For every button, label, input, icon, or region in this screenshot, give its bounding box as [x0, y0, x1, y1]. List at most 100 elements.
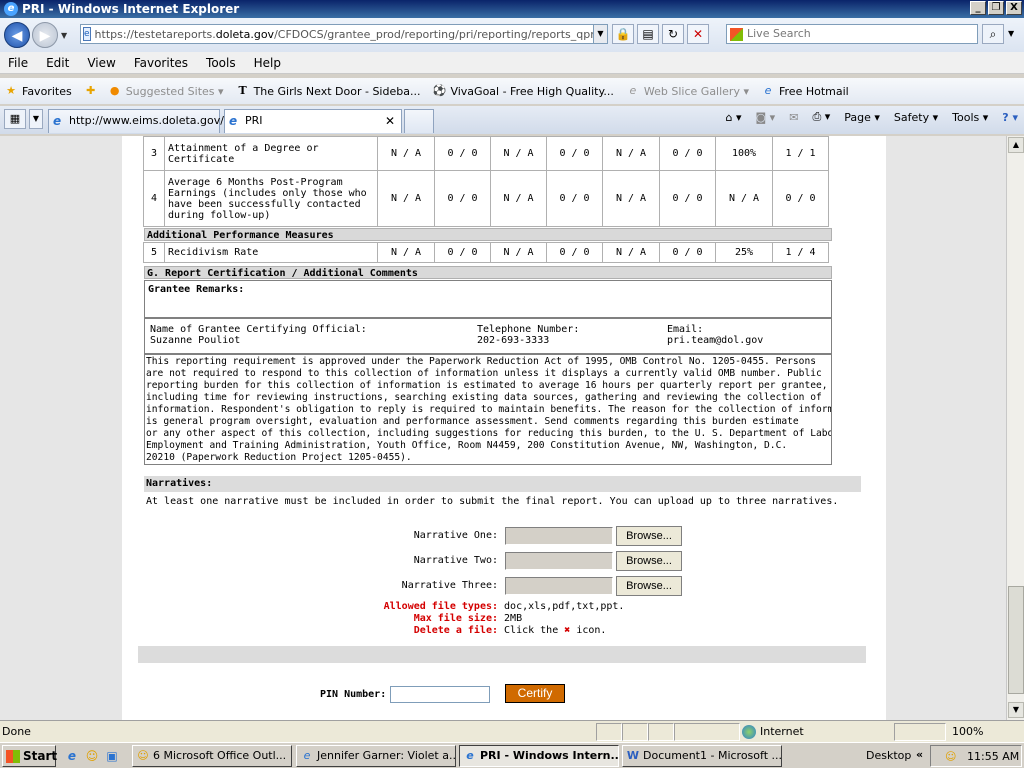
certifying-email: Email: pri.team@dol.gov	[667, 324, 763, 346]
clock[interactable]: 11:55 AM	[967, 750, 1019, 763]
tab-list-dropdown-icon[interactable]: ▼	[29, 109, 43, 129]
fav-suggested-sites[interactable]: ● Suggested Sites ▾	[108, 84, 224, 98]
table-cell: 0 / 0	[659, 242, 716, 263]
status-segment	[648, 723, 674, 741]
menu-help[interactable]: Help	[254, 56, 281, 70]
menu-favorites[interactable]: Favorites	[134, 56, 188, 70]
fav-free-hotmail[interactable]: e Free Hotmail	[761, 84, 849, 98]
back-button[interactable]: ◀	[4, 22, 30, 48]
certify-button[interactable]: Certify	[505, 684, 565, 703]
quick-tabs-icon[interactable]: ▦	[4, 109, 26, 129]
start-button[interactable]: Start	[2, 745, 57, 767]
tray-expand-icon[interactable]: «	[916, 748, 923, 761]
notice-line: This reporting requirement is approved u…	[146, 356, 817, 367]
info-key: Allowed file types:	[383, 601, 498, 612]
address-toolbar: ◀ ▶ ▼ e https://testetareports. doleta.go…	[0, 18, 1024, 52]
forward-button[interactable]: ▶	[32, 22, 58, 48]
nyt-icon: T	[238, 84, 247, 97]
url-path: /CFDOCS/grantee_prod/reporting/pri/repor…	[274, 27, 608, 41]
history-dropdown-icon[interactable]: ▼	[61, 31, 71, 40]
window-title-bar: e PRI - Windows Internet Explorer _ ❐ X	[0, 0, 1024, 18]
help-icon[interactable]: ? ▾	[1002, 111, 1018, 124]
address-bar[interactable]: e https://testetareports. doleta.gov/CFDO…	[80, 24, 608, 44]
task-word[interactable]: W Document1 - Microsoft ...	[622, 745, 782, 767]
narrative-one-browse-button[interactable]: Browse...	[616, 526, 682, 546]
narrative-two-label: Narrative Two:	[413, 555, 498, 566]
narrative-one-file-field[interactable]	[505, 527, 613, 545]
zoom-level[interactable]: 100%	[952, 725, 983, 738]
narrative-two-file-field[interactable]	[505, 552, 613, 570]
tab-eims[interactable]: e http://www.eims.doleta.gov/	[48, 109, 224, 133]
table-cell: N / A	[602, 242, 660, 263]
menu-view[interactable]: View	[87, 56, 115, 70]
suggested-sites-icon: ●	[109, 84, 120, 97]
fav-web-slice-gallery[interactable]: e Web Slice Gallery ▾	[626, 84, 749, 98]
search-input[interactable]: Live Search	[726, 24, 978, 44]
show-desktop-icon[interactable]: ▣	[104, 748, 120, 764]
fav-girls-next-door[interactable]: T The Girls Next Door - Sideba...	[236, 84, 420, 98]
task-pri[interactable]: e PRI - Windows Intern...	[459, 745, 619, 767]
new-tab-button[interactable]	[404, 109, 434, 133]
word-icon: W	[626, 749, 640, 762]
task-label: Document1 - Microsoft ...	[643, 749, 782, 762]
tab-pri[interactable]: e PRI ✕	[224, 109, 402, 133]
scroll-thumb[interactable]	[1008, 586, 1024, 694]
url-domain: doleta.gov	[215, 27, 275, 41]
search-icon[interactable]: ⌕	[982, 24, 1004, 44]
ie-quicklaunch-icon[interactable]: e	[64, 748, 80, 764]
favorites-button[interactable]: ★ Favorites	[4, 84, 72, 98]
compatibility-view-icon[interactable]: ▤	[637, 24, 659, 44]
fav-vivagoal[interactable]: ⚽ VivaGoal - Free High Quality...	[432, 84, 614, 98]
messenger-icon[interactable]: ☺	[84, 748, 100, 764]
ie-icon: e	[466, 749, 474, 762]
fav-label: VivaGoal - Free High Quality...	[450, 84, 614, 98]
menu-file[interactable]: File	[8, 56, 28, 70]
desktop-toolbar[interactable]: Desktop	[866, 749, 911, 762]
stop-icon[interactable]: ✕	[687, 24, 709, 44]
page-icon: e	[83, 27, 91, 41]
table-cell: 0 / 0	[434, 136, 491, 171]
messenger-tray-icon[interactable]: ☺	[945, 750, 956, 763]
lock-icon[interactable]: 🔒	[612, 24, 634, 44]
narratives-heading: Narratives:	[144, 476, 861, 492]
status-bar: Done Internet 100%	[0, 720, 1024, 742]
close-button[interactable]: X	[1006, 1, 1022, 15]
scroll-down-icon[interactable]: ▼	[1008, 702, 1024, 718]
add-to-favorites-bar-button[interactable]: ✚	[84, 84, 102, 98]
scroll-up-icon[interactable]: ▲	[1008, 137, 1024, 153]
allowed-file-types: Allowed file types: doc,xls,pdf,txt,ppt.	[340, 601, 740, 612]
address-dropdown-icon[interactable]: ▼	[593, 25, 607, 43]
home-icon[interactable]: ⌂ ▾	[726, 111, 742, 124]
task-jennifer-garner[interactable]: e Jennifer Garner: Violet a...	[296, 745, 456, 767]
tools-menu[interactable]: Tools ▾	[952, 111, 988, 124]
table-row: 4 Average 6 Months Post-Program Earnings…	[143, 170, 829, 227]
print-icon[interactable]: ⎙ ▾	[812, 110, 830, 124]
minimize-button[interactable]: _	[970, 1, 986, 15]
search-options-dropdown-icon[interactable]: ▼	[1008, 24, 1014, 44]
protected-mode-icon[interactable]	[894, 723, 946, 741]
narrative-three-browse-button[interactable]: Browse...	[616, 576, 682, 596]
narrative-two-browse-button[interactable]: Browse...	[616, 551, 682, 571]
certifying-name: Name of Grantee Certifying Official: Suz…	[150, 324, 367, 346]
notice-line: is general program oversight, evaluation…	[146, 416, 799, 427]
menu-tools[interactable]: Tools	[206, 56, 236, 70]
add-favorite-icon: ✚	[86, 84, 96, 97]
paperwork-notice: This reporting requirement is approved u…	[144, 354, 832, 465]
notice-line: information. Respondent's obligation to …	[146, 404, 832, 415]
email-value: pri.team@dol.gov	[667, 335, 764, 346]
ie-icon: e	[229, 114, 238, 128]
pin-row: PIN Number:	[320, 686, 491, 703]
refresh-icon[interactable]: ↻	[662, 24, 684, 44]
pin-input[interactable]	[390, 686, 491, 703]
close-tab-icon[interactable]: ✕	[385, 114, 395, 128]
row-label: Recidivism Rate	[164, 242, 378, 263]
menu-edit[interactable]: Edit	[46, 56, 69, 70]
safety-menu[interactable]: Safety ▾	[894, 111, 938, 124]
vertical-scrollbar[interactable]: ▲ ▼	[1006, 136, 1024, 720]
task-outlook[interactable]: ☺ 6 Microsoft Office Outl...	[132, 745, 292, 767]
page-menu[interactable]: Page ▾	[844, 111, 880, 124]
maximize-button[interactable]: ❐	[988, 1, 1004, 15]
read-mail-icon[interactable]: ✉	[789, 111, 798, 124]
feeds-icon[interactable]: ◙ ▾	[756, 111, 776, 124]
narrative-three-file-field[interactable]	[505, 577, 613, 595]
